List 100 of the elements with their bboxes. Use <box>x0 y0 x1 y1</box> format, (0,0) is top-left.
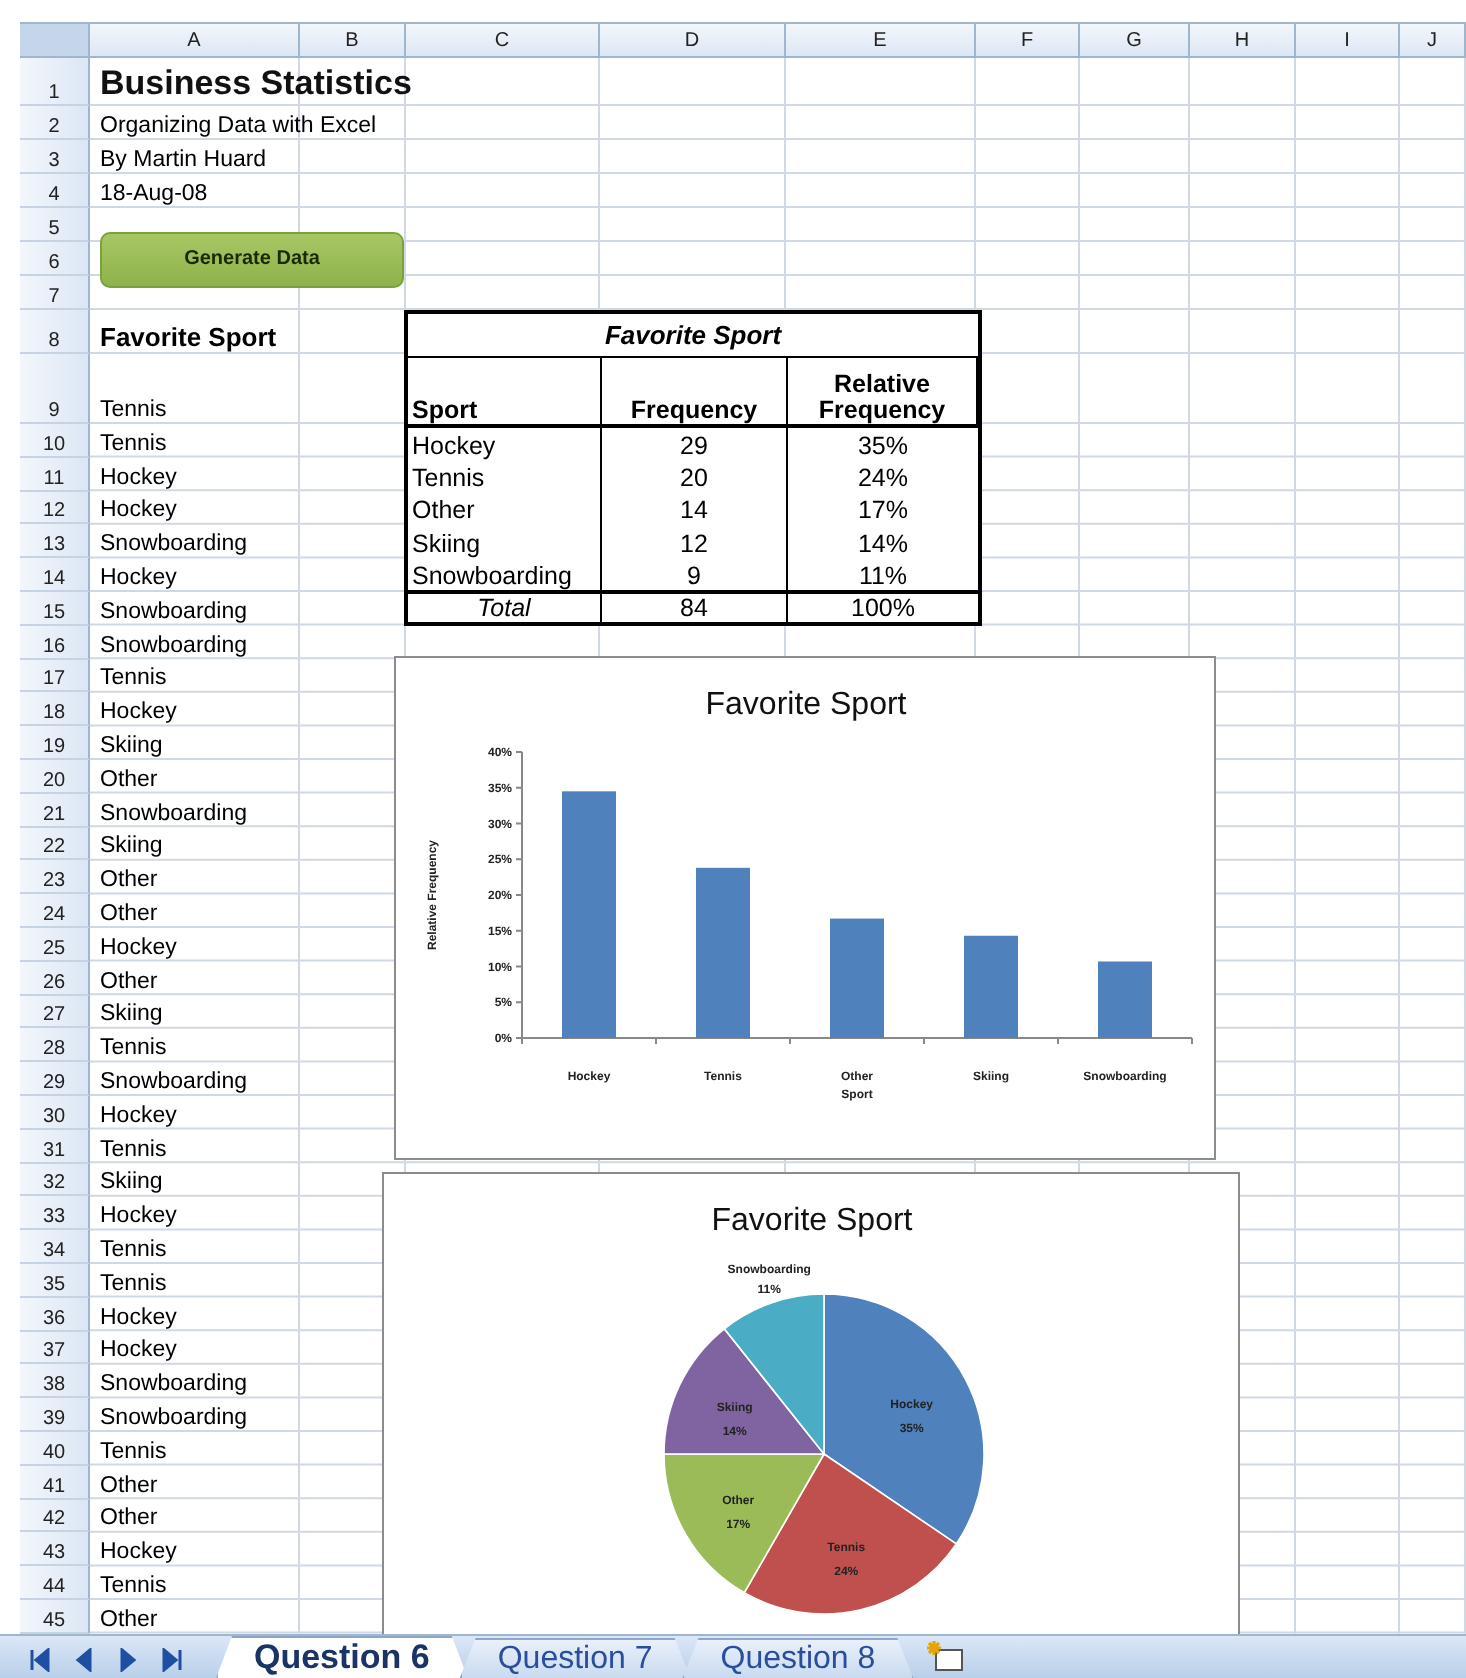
sport-entry: Hockey <box>98 498 177 525</box>
chart-title: Favorite Sport <box>711 1204 913 1238</box>
row-header: 3 <box>20 140 90 174</box>
sheet-subtitle: Organizing Data with Excel <box>98 114 377 140</box>
table-value: 35% <box>855 430 911 461</box>
sport-entry: Tennis <box>98 431 167 458</box>
table-title: Favorite Sport <box>408 314 978 358</box>
sport-entry: Tennis <box>98 1439 167 1466</box>
column-header: D <box>600 24 786 58</box>
column-header: Frequency <box>602 358 788 428</box>
sport-entry: Snowboarding <box>98 532 248 559</box>
row-header: 16 <box>20 625 90 660</box>
sport-entry: Hockey <box>98 565 177 592</box>
row-header: 22 <box>20 827 90 861</box>
date-text: 18-Aug-08 <box>98 182 208 208</box>
row-header: 24 <box>20 894 90 928</box>
table-value: 9 <box>602 557 788 590</box>
table-value: Hockey <box>408 428 602 461</box>
row-header: 10 <box>20 424 90 458</box>
row-header: 11 <box>20 457 90 492</box>
sport-entry: Tennis <box>98 1137 167 1164</box>
row-header: 8 <box>20 310 90 354</box>
row-header: 43 <box>20 1532 90 1567</box>
sport-entry: Snowboarding <box>98 1069 248 1096</box>
column-header: F <box>976 24 1080 58</box>
row-header: 27 <box>20 995 90 1029</box>
sport-entry: Tennis <box>98 1573 167 1600</box>
column-heading: Favorite Sport <box>98 322 277 354</box>
column-header: Relative Frequency <box>788 358 978 428</box>
row-header: 13 <box>20 524 90 559</box>
table-value: 29 <box>602 428 788 461</box>
row-header: 14 <box>20 558 90 592</box>
row-header: 20 <box>20 759 90 794</box>
column-header: E <box>786 24 976 58</box>
row-header: 12 <box>20 491 90 525</box>
sport-entry: Snowboarding <box>98 801 248 828</box>
table-value: 100% <box>788 589 978 622</box>
row-header: 40 <box>20 1431 90 1466</box>
table-value: 17% <box>855 494 911 525</box>
row-header: 45 <box>20 1599 90 1634</box>
table-value: Snowboarding <box>408 557 602 590</box>
row-header: 23 <box>20 860 90 895</box>
row-header: 21 <box>20 793 90 828</box>
row-header: 35 <box>20 1263 90 1298</box>
sport-entry: Tennis <box>98 398 167 424</box>
column-header: J <box>1400 24 1466 58</box>
row-header: 33 <box>20 1196 90 1231</box>
sport-entry: Hockey <box>98 1204 177 1231</box>
table-value: 14 <box>602 492 788 525</box>
sport-entry: Skiing <box>98 834 163 861</box>
row-header: 25 <box>20 927 90 962</box>
row-header: 42 <box>20 1499 90 1533</box>
row-header: 44 <box>20 1566 90 1600</box>
sport-entry: Hockey <box>98 1338 177 1365</box>
sport-entry: Other <box>98 1607 158 1634</box>
column-header: B <box>300 24 406 58</box>
row-header: 30 <box>20 1095 90 1130</box>
sheet-tab[interactable]: Question 7 <box>459 1638 691 1678</box>
sport-entry: Other <box>98 969 158 996</box>
sport-entry: Snowboarding <box>98 1405 248 1432</box>
column-header: G <box>1080 24 1190 58</box>
sheet-tab[interactable]: Question 6 <box>216 1636 468 1678</box>
table-value: 24% <box>855 462 911 493</box>
row-header: 32 <box>20 1163 90 1197</box>
row-header: 19 <box>20 726 90 760</box>
column-header: I <box>1296 24 1400 58</box>
row-header: 39 <box>20 1398 90 1432</box>
column-header: H <box>1190 24 1296 58</box>
sheet-title: Business Statistics <box>98 64 412 106</box>
row-header: 34 <box>20 1230 90 1264</box>
total-label: Total <box>408 589 602 622</box>
sport-entry: Snowboarding <box>98 1372 248 1399</box>
row-header: 5 <box>20 208 90 242</box>
sheet-tab[interactable]: Question 8 <box>682 1638 914 1678</box>
sport-entry: Tennis <box>98 1271 167 1298</box>
sport-entry: Tennis <box>98 1036 167 1063</box>
sport-entry: Other <box>98 1506 158 1533</box>
table-value: Tennis <box>408 460 602 493</box>
author-text: By Martin Huard <box>98 148 267 174</box>
table-value: 84 <box>602 589 788 622</box>
sport-entry: Snowboarding <box>98 633 248 660</box>
row-header: 38 <box>20 1364 90 1399</box>
column-header: C <box>406 24 600 58</box>
row-header: 31 <box>20 1129 90 1164</box>
generate-data-button[interactable]: Generate Data <box>100 231 404 287</box>
sport-entry: Hockey <box>98 1103 177 1130</box>
row-header: 28 <box>20 1028 90 1063</box>
row-header: 6 <box>20 242 90 276</box>
column-header: A <box>90 24 300 58</box>
sport-entry: Other <box>98 901 158 928</box>
sport-entry: Tennis <box>98 666 167 693</box>
sport-entry: Hockey <box>98 1540 177 1567</box>
row-header: 37 <box>20 1331 90 1365</box>
row-header: 9 <box>20 354 90 424</box>
row-header: 18 <box>20 692 90 727</box>
row-header: 41 <box>20 1465 90 1499</box>
sport-entry: Hockey <box>98 700 177 727</box>
sport-entry: Hockey <box>98 1305 177 1332</box>
row-header: 2 <box>20 106 90 140</box>
row-header: 7 <box>20 276 90 310</box>
